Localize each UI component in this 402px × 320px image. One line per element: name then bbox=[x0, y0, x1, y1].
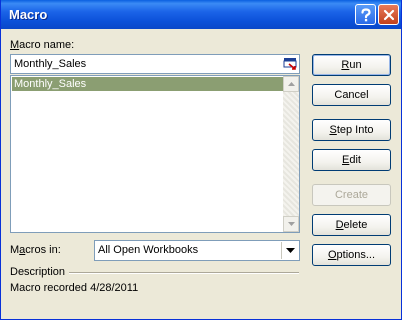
macro-dialog: Macro Macro name: Monthly_Sales Monthly_… bbox=[0, 0, 402, 320]
create-button[interactable]: Create bbox=[312, 184, 391, 206]
run-button[interactable]: Run bbox=[312, 54, 391, 76]
question-mark-icon bbox=[360, 7, 371, 21]
collapse-dialog-icon[interactable] bbox=[283, 57, 297, 71]
macro-name-input[interactable] bbox=[11, 55, 283, 73]
macros-in-label: Macros in: bbox=[10, 244, 61, 256]
step-into-button[interactable]: Step Into bbox=[312, 119, 391, 141]
macros-in-value: All Open Workbooks bbox=[98, 244, 199, 256]
chevron-down-icon bbox=[287, 222, 295, 226]
macros-in-dropdown[interactable]: All Open Workbooks bbox=[94, 240, 300, 261]
dialog-title: Macro bbox=[9, 7, 48, 22]
macro-list[interactable]: Monthly_Sales bbox=[10, 75, 300, 233]
title-bar[interactable]: Macro bbox=[1, 0, 401, 29]
list-scrollbar[interactable] bbox=[283, 76, 299, 232]
description-divider bbox=[69, 272, 299, 274]
delete-button[interactable]: Delete bbox=[312, 214, 391, 236]
list-item[interactable]: Monthly_Sales bbox=[12, 77, 283, 91]
close-button[interactable] bbox=[378, 4, 399, 25]
options-button[interactable]: Options... bbox=[312, 244, 391, 266]
scroll-down-button[interactable] bbox=[283, 216, 299, 232]
macro-name-label: Macro name: bbox=[10, 39, 75, 51]
help-button[interactable] bbox=[355, 4, 376, 25]
description-heading: Description bbox=[10, 266, 66, 278]
chevron-down-icon bbox=[285, 248, 295, 253]
chevron-up-icon bbox=[287, 82, 295, 86]
cancel-button[interactable]: Cancel bbox=[312, 84, 391, 106]
dropdown-button[interactable] bbox=[281, 242, 298, 259]
macro-name-field[interactable] bbox=[10, 54, 300, 74]
close-icon bbox=[383, 9, 394, 20]
description-text: Macro recorded 4/28/2011 bbox=[10, 282, 139, 294]
scroll-up-button[interactable] bbox=[283, 76, 299, 92]
edit-button[interactable]: Edit bbox=[312, 149, 391, 171]
